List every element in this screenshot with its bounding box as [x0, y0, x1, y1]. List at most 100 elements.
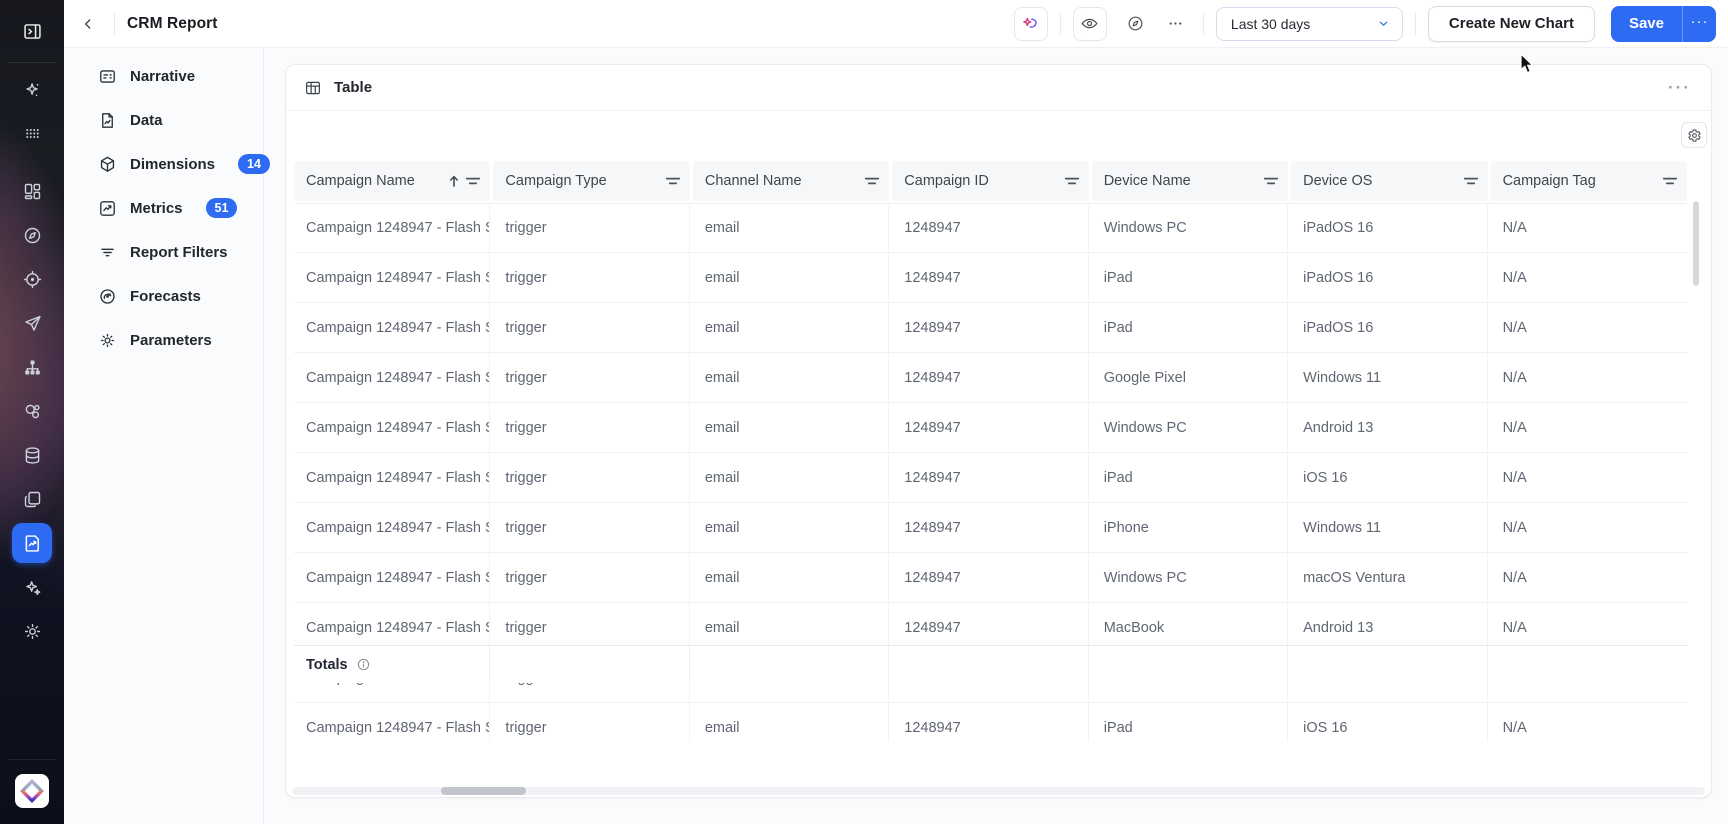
eye-button[interactable]: [1073, 7, 1107, 41]
sidebar-item-parameters[interactable]: Parameters: [64, 318, 263, 362]
page-title: CRM Report: [127, 15, 218, 33]
table-cell: Google Pixel: [1092, 353, 1288, 402]
dashboards-icon[interactable]: [12, 171, 52, 211]
table-cell: 1248947: [892, 453, 1088, 502]
table-cell: N/A: [1491, 453, 1687, 502]
documents-icon[interactable]: [12, 479, 52, 519]
info-icon[interactable]: [356, 657, 371, 672]
table-row: Campaign 1248947 - Flash Saletriggeremai…: [294, 453, 1687, 503]
compass-icon[interactable]: [12, 215, 52, 255]
header-divider: [1203, 13, 1204, 35]
rail-divider: [8, 759, 56, 760]
table-cell: trigger: [493, 503, 689, 552]
table-cell: email: [693, 403, 889, 452]
totals-cell: [493, 646, 689, 683]
column-header-campaign-type[interactable]: Campaign Type: [493, 161, 689, 201]
save-more-button[interactable]: ···: [1682, 6, 1716, 42]
sidebar-item-metrics[interactable]: Metrics 51: [64, 186, 263, 230]
table-cell: Windows PC: [1092, 403, 1288, 452]
card-more-button[interactable]: ···: [1668, 83, 1691, 93]
table-card: Table ··· Campaign Name Campaign Type Chan…: [285, 64, 1712, 798]
hierarchy-icon[interactable]: [12, 347, 52, 387]
dimensions-count-badge: 14: [238, 154, 270, 174]
table-cell: email: [693, 253, 889, 302]
metrics-icon: [98, 199, 117, 218]
table-cell: trigger: [493, 453, 689, 502]
settings-icon[interactable]: [12, 611, 52, 651]
ai-sparkle-icon[interactable]: [12, 70, 52, 110]
table-cell: Campaign 1248947 - Flash Sale: [294, 503, 490, 552]
filter-icon[interactable]: [865, 175, 879, 187]
send-icon[interactable]: [12, 303, 52, 343]
table-row: Campaign 1248947 - Flash Saletriggeremai…: [294, 703, 1687, 741]
table-cell: email: [693, 553, 889, 602]
table-cell: Windows PC: [1092, 553, 1288, 602]
table-cell: trigger: [493, 204, 689, 252]
horizontal-scrollbar[interactable]: [292, 787, 1705, 795]
rail-divider: [8, 62, 56, 63]
table-cell: trigger: [493, 353, 689, 402]
table-settings-button[interactable]: [1681, 122, 1707, 148]
apps-grid-icon[interactable]: [12, 113, 52, 153]
column-header-device-name[interactable]: Device Name: [1092, 161, 1288, 201]
table-cell: N/A: [1491, 303, 1687, 352]
sidebar-item-forecasts[interactable]: Forecasts: [64, 274, 263, 318]
table-cell: email: [693, 303, 889, 352]
sidebar-item-label: Narrative: [130, 68, 195, 85]
sidebar-item-report-filters[interactable]: Report Filters: [64, 230, 263, 274]
filter-icon[interactable]: [666, 175, 680, 187]
goals-icon[interactable]: [12, 259, 52, 299]
column-label: Campaign Name: [306, 173, 446, 189]
column-header-campaign-id[interactable]: Campaign ID: [892, 161, 1088, 201]
table-card-header: Table ···: [286, 65, 1711, 111]
header-divider: [1415, 13, 1416, 35]
filter-icon[interactable]: [1464, 175, 1478, 187]
table-cell: trigger: [493, 253, 689, 302]
column-header-campaign-tag[interactable]: Campaign Tag: [1491, 161, 1687, 201]
back-button[interactable]: [74, 10, 102, 38]
table-cell: Campaign 1248947 - Flash Sale: [294, 204, 490, 252]
filter-icon[interactable]: [466, 175, 480, 187]
save-button[interactable]: Save: [1611, 6, 1682, 42]
data-source-icon[interactable]: [12, 435, 52, 475]
column-label: Campaign Tag: [1503, 173, 1663, 189]
app-logo[interactable]: [15, 774, 49, 808]
create-new-chart-button[interactable]: Create New Chart: [1428, 6, 1595, 42]
table-row: Campaign 1248947 - Flash Saletriggeremai…: [294, 553, 1687, 603]
sidebar-item-narrative[interactable]: Narrative: [64, 54, 263, 98]
column-header-device-os[interactable]: Device OS: [1291, 161, 1487, 201]
table-cell: Campaign 1248947 - Flash Sale: [294, 553, 490, 602]
totals-row: Totals: [294, 645, 1687, 683]
explore-compass-button[interactable]: [1121, 9, 1151, 39]
metrics-count-badge: 51: [206, 198, 238, 218]
table-cell: 1248947: [892, 553, 1088, 602]
ai-assist-icon[interactable]: [12, 567, 52, 607]
segments-icon[interactable]: [12, 391, 52, 431]
table-cell: 1248947: [892, 253, 1088, 302]
date-range-select[interactable]: Last 30 days: [1216, 7, 1403, 41]
column-label: Device Name: [1104, 173, 1264, 189]
sidebar-item-label: Dimensions: [130, 156, 215, 173]
top-bar: CRM Report Last 30 days Create New Chart: [64, 0, 1728, 48]
table-cell: Windows 11: [1291, 503, 1487, 552]
ai-sparkle-button[interactable]: [1014, 7, 1048, 41]
sidebar-item-data[interactable]: Data: [64, 98, 263, 142]
table-cell: email: [693, 453, 889, 502]
data-icon: [98, 111, 117, 130]
sidebar-item-dimensions[interactable]: Dimensions 14: [64, 142, 263, 186]
filter-icon[interactable]: [1264, 175, 1278, 187]
column-header-campaign-name[interactable]: Campaign Name: [294, 161, 490, 201]
vertical-scrollbar-thumb[interactable]: [1693, 201, 1699, 286]
filter-icon[interactable]: [1663, 175, 1677, 187]
table-cell: 1248947: [892, 503, 1088, 552]
column-header-channel-name[interactable]: Channel Name: [693, 161, 889, 201]
more-actions-button[interactable]: [1161, 9, 1191, 39]
column-label: Channel Name: [705, 173, 865, 189]
panel-toggle-icon[interactable]: [12, 11, 52, 51]
reports-icon[interactable]: [12, 523, 52, 563]
horizontal-scrollbar-thumb[interactable]: [441, 787, 526, 795]
save-split-button: Save ···: [1611, 6, 1716, 42]
filter-icon[interactable]: [1065, 175, 1079, 187]
table-cell: Campaign 1248947 - Flash Sale: [294, 453, 490, 502]
table-icon: [304, 79, 322, 97]
